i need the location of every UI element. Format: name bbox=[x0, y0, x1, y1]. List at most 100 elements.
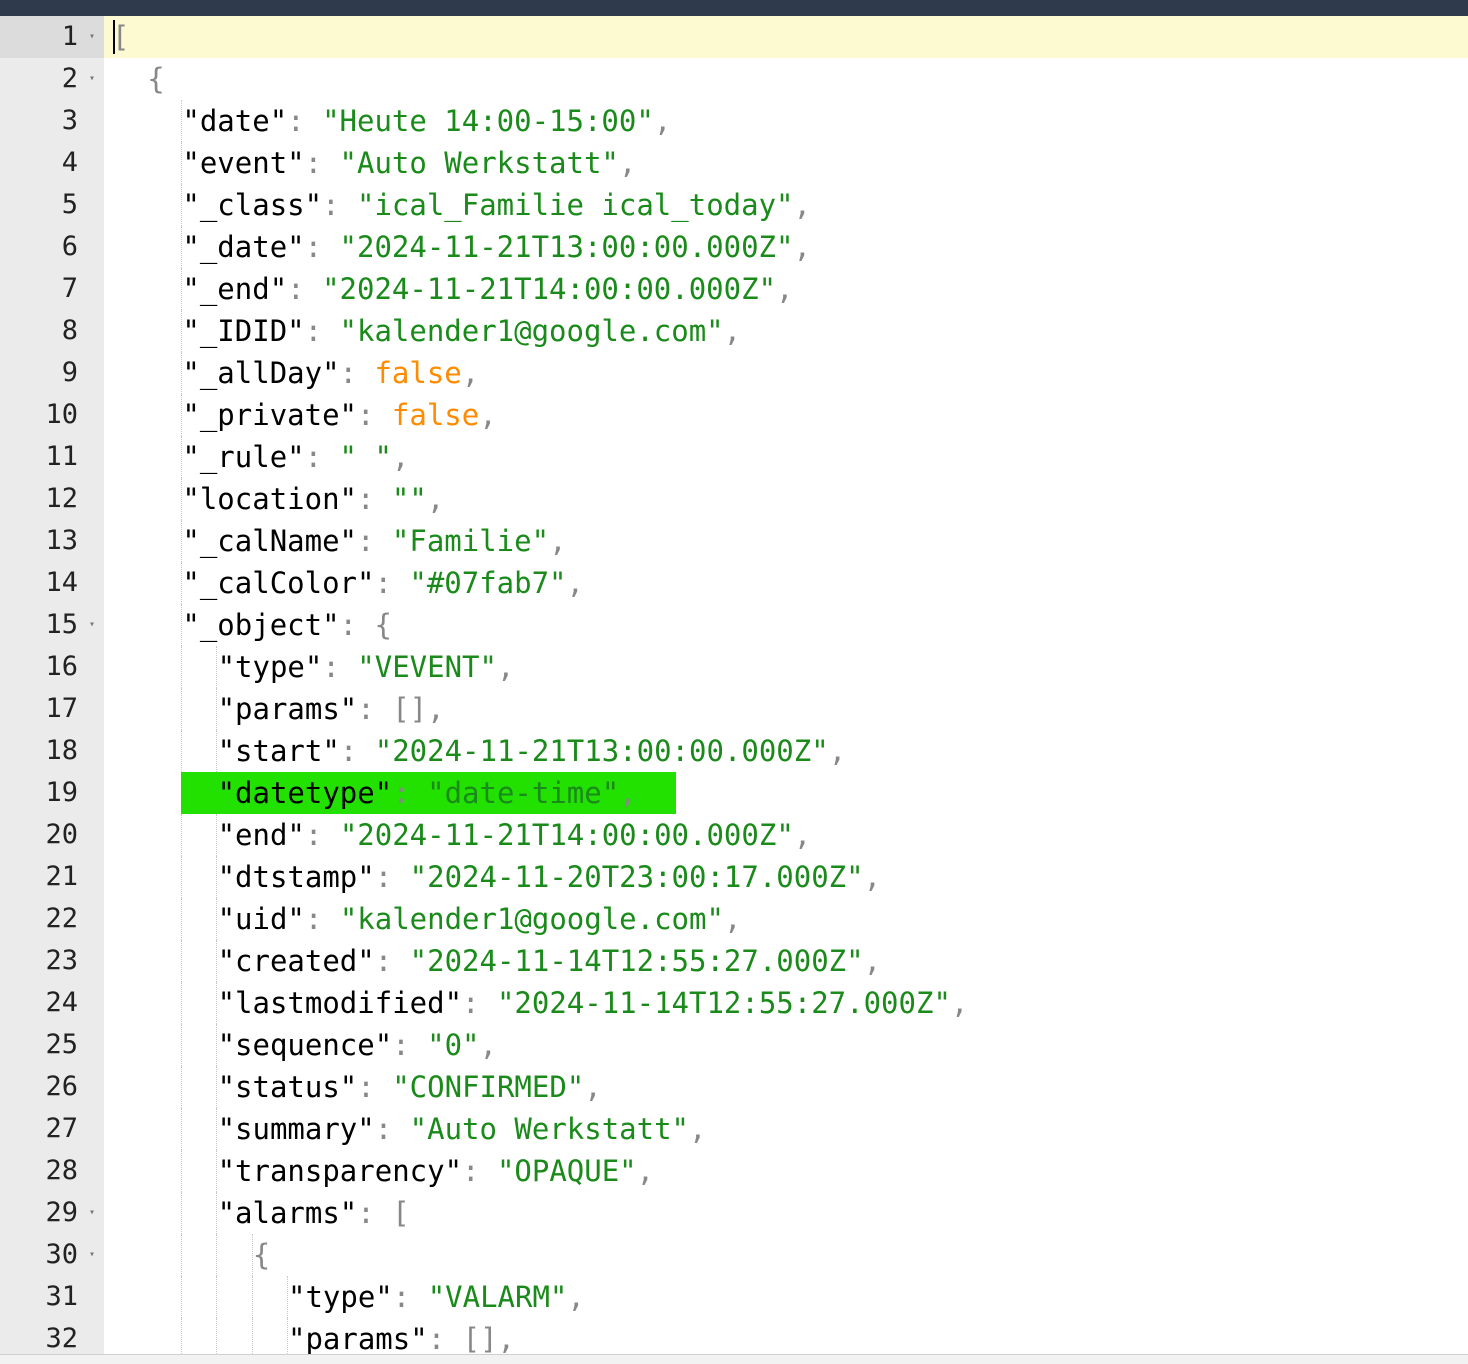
indent-guide bbox=[181, 982, 182, 1024]
code-line[interactable]: 24 "lastmodified": "2024-11-14T12:55:27.0… bbox=[0, 982, 1468, 1024]
json-punctuation: : bbox=[392, 1028, 428, 1062]
json-string: "2024-11-21T13:00:00.000Z" bbox=[374, 734, 829, 768]
code-text: "_class": "ical_Familie ical_today", bbox=[182, 184, 811, 226]
code-line[interactable]: 17 "params": [], bbox=[0, 688, 1468, 730]
code-line[interactable]: 4 "event": "Auto Werkstatt", bbox=[0, 142, 1468, 184]
chevron-down-icon[interactable]: ▾ bbox=[86, 1192, 98, 1234]
code-line[interactable]: 8 "_IDID": "kalender1@google.com", bbox=[0, 310, 1468, 352]
json-string: "CONFIRMED" bbox=[392, 1070, 585, 1104]
json-key: "created" bbox=[217, 944, 375, 978]
code-line[interactable]: 28 "transparency": "OPAQUE", bbox=[0, 1150, 1468, 1192]
json-string: " " bbox=[339, 440, 392, 474]
json-punctuation: , bbox=[619, 776, 637, 810]
line-number: 27 bbox=[45, 1113, 78, 1144]
json-punctuation: : bbox=[322, 188, 357, 222]
code-line[interactable]: 23 "created": "2024-11-14T12:55:27.000Z", bbox=[0, 940, 1468, 982]
json-punctuation: : bbox=[304, 902, 340, 936]
json-key: "alarms" bbox=[217, 1196, 358, 1230]
code-line[interactable]: 32 "params": [], bbox=[0, 1318, 1468, 1354]
code-line[interactable]: 6 "_date": "2024-11-21T13:00:00.000Z", bbox=[0, 226, 1468, 268]
json-key: "params" bbox=[217, 692, 358, 726]
chevron-down-icon[interactable]: ▾ bbox=[86, 16, 98, 58]
code-text: "dtstamp": "2024-11-20T23:00:17.000Z", bbox=[218, 856, 881, 898]
json-punctuation: : bbox=[374, 566, 410, 600]
json-punctuation: : bbox=[374, 944, 410, 978]
json-punctuation: { bbox=[147, 62, 165, 96]
json-key: "uid" bbox=[217, 902, 305, 936]
code-line[interactable]: 10 "_private": false, bbox=[0, 394, 1468, 436]
json-string: "kalender1@google.com" bbox=[339, 902, 724, 936]
code-line[interactable]: 1 ▾[ bbox=[0, 16, 1468, 58]
code-line[interactable]: 5 "_class": "ical_Familie ical_today", bbox=[0, 184, 1468, 226]
code-line[interactable]: 12 "location": "", bbox=[0, 478, 1468, 520]
json-punctuation: , bbox=[723, 314, 742, 348]
chevron-down-icon[interactable]: ▾ bbox=[86, 604, 98, 646]
json-key: "dtstamp" bbox=[217, 860, 375, 894]
json-string: "Heute 14:00-15:00" bbox=[322, 104, 654, 138]
json-punctuation: : bbox=[357, 1070, 393, 1104]
code-line[interactable]: 22 "uid": "kalender1@google.com", bbox=[0, 898, 1468, 940]
window-top-bar bbox=[0, 0, 1468, 16]
code-text: "alarms": [ bbox=[218, 1192, 410, 1234]
json-punctuation: : bbox=[304, 146, 340, 180]
code-line[interactable]: 18 "start": "2024-11-21T13:00:00.000Z", bbox=[0, 730, 1468, 772]
json-key: "_calName" bbox=[182, 524, 357, 558]
code-text: "event": "Auto Werkstatt", bbox=[182, 142, 636, 184]
indent-guide bbox=[181, 856, 182, 898]
json-key: "_allDay" bbox=[182, 356, 340, 390]
chevron-down-icon[interactable]: ▾ bbox=[86, 58, 98, 100]
code-text: "status": "CONFIRMED", bbox=[218, 1066, 602, 1108]
code-line[interactable]: 21 "dtstamp": "2024-11-20T23:00:17.000Z", bbox=[0, 856, 1468, 898]
json-string: "kalender1@google.com" bbox=[339, 314, 724, 348]
code-line[interactable]: 26 "status": "CONFIRMED", bbox=[0, 1066, 1468, 1108]
text-cursor bbox=[113, 20, 115, 54]
json-key: "lastmodified" bbox=[217, 986, 463, 1020]
code-line[interactable]: 14 "_calColor": "#07fab7", bbox=[0, 562, 1468, 604]
chevron-down-icon[interactable]: ▾ bbox=[86, 1234, 98, 1276]
line-number: 18 bbox=[45, 735, 78, 766]
code-line[interactable]: 13 "_calName": "Familie", bbox=[0, 520, 1468, 562]
code-text: "_end": "2024-11-21T14:00:00.000Z", bbox=[182, 268, 793, 310]
code-text: "params": [], bbox=[288, 1318, 515, 1354]
json-punctuation: , bbox=[776, 272, 794, 306]
code-text: "summary": "Auto Werkstatt", bbox=[218, 1108, 707, 1150]
json-punctuation: : bbox=[304, 314, 340, 348]
code-text: "params": [], bbox=[218, 688, 445, 730]
code-line[interactable]: 3 "date": "Heute 14:00-15:00", bbox=[0, 100, 1468, 142]
indent-guide bbox=[181, 730, 182, 772]
line-number: 5 bbox=[61, 189, 78, 220]
json-key: "date" bbox=[182, 104, 288, 138]
code-line[interactable]: 27 "summary": "Auto Werkstatt", bbox=[0, 1108, 1468, 1150]
code-text: { bbox=[147, 58, 164, 100]
code-line[interactable]: 9 "_allDay": false, bbox=[0, 352, 1468, 394]
code-line[interactable]: 16 "type": "VEVENT", bbox=[0, 646, 1468, 688]
line-number: 20 bbox=[45, 819, 78, 850]
json-key: "event" bbox=[182, 146, 305, 180]
indent-guide bbox=[181, 1276, 182, 1318]
json-punctuation: , bbox=[426, 482, 445, 516]
json-punctuation: : bbox=[392, 776, 428, 810]
code-line[interactable]: 29 ▾ "alarms": [ bbox=[0, 1192, 1468, 1234]
code-text: "_calName": "Familie", bbox=[182, 520, 566, 562]
code-text: "location": "", bbox=[182, 478, 444, 520]
json-punctuation: , bbox=[567, 1280, 585, 1314]
line-number: 23 bbox=[45, 945, 78, 976]
json-punctuation: : bbox=[357, 524, 392, 558]
line-number: 21 bbox=[45, 861, 78, 892]
json-string: "2024-11-14T12:55:27.000Z" bbox=[496, 986, 951, 1020]
json-punctuation: : [], bbox=[427, 1322, 515, 1354]
code-line[interactable]: 15 ▾ "_object": { bbox=[0, 604, 1468, 646]
indent-guide bbox=[181, 1108, 182, 1150]
code-line[interactable]: 31 "type": "VALARM", bbox=[0, 1276, 1468, 1318]
code-line[interactable]: 20 "end": "2024-11-21T14:00:00.000Z", bbox=[0, 814, 1468, 856]
code-line[interactable]: 11 "_rule": " ", bbox=[0, 436, 1468, 478]
horizontal-scrollbar[interactable] bbox=[0, 1354, 1468, 1364]
json-punctuation: , bbox=[793, 188, 811, 222]
code-line[interactable]: 25 "sequence": "0", bbox=[0, 1024, 1468, 1066]
json-key: "_class" bbox=[182, 188, 323, 222]
code-line[interactable]: 7 "_end": "2024-11-21T14:00:00.000Z", bbox=[0, 268, 1468, 310]
code-editor[interactable]: 1 ▾[2 ▾{3 "date": "Heute 14:00-15:00", 4 "eve… bbox=[0, 16, 1468, 1354]
code-line[interactable]: 30 ▾{ bbox=[0, 1234, 1468, 1276]
code-line[interactable]: 2 ▾{ bbox=[0, 58, 1468, 100]
code-line[interactable]: 19 "datetype": "date-time", bbox=[0, 772, 1468, 814]
